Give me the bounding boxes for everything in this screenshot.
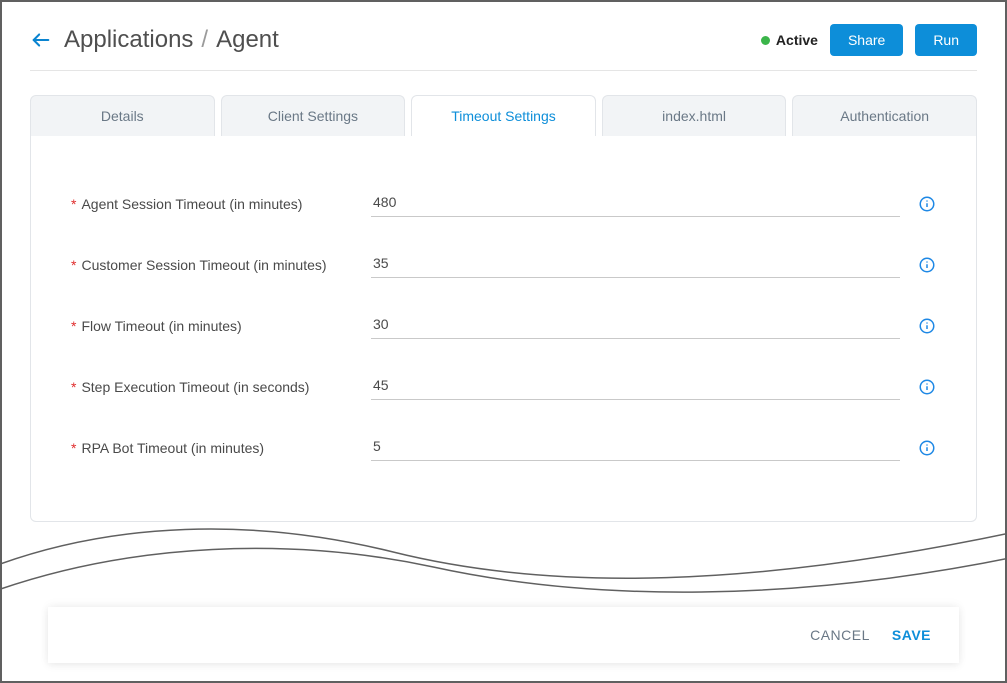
breadcrumb-current: Agent — [216, 26, 279, 54]
flow-timeout-input[interactable] — [371, 312, 900, 339]
info-icon[interactable] — [918, 256, 936, 274]
required-asterisk-icon: * — [71, 257, 76, 273]
field-label: Customer Session Timeout (in minutes) — [81, 257, 326, 273]
tab-bar: Details Client Settings Timeout Settings… — [30, 95, 977, 136]
page-header: Applications / Agent Active Share Run — [30, 24, 977, 56]
info-icon[interactable] — [918, 439, 936, 457]
status-label: Active — [776, 32, 818, 48]
tab-details[interactable]: Details — [30, 95, 215, 136]
status-badge: Active — [761, 32, 818, 48]
breadcrumb-separator: / — [201, 26, 208, 54]
save-button[interactable]: SAVE — [892, 627, 931, 643]
step-execution-timeout-input[interactable] — [371, 373, 900, 400]
required-asterisk-icon: * — [71, 318, 76, 334]
field-row-customer-session: * Customer Session Timeout (in minutes) — [71, 251, 936, 278]
rpa-bot-timeout-input[interactable] — [371, 434, 900, 461]
share-button[interactable]: Share — [830, 24, 903, 56]
agent-session-timeout-input[interactable] — [371, 190, 900, 217]
info-icon[interactable] — [918, 195, 936, 213]
content-break-wave-icon — [0, 512, 1007, 612]
tab-authentication[interactable]: Authentication — [792, 95, 977, 136]
field-row-agent-session: * Agent Session Timeout (in minutes) — [71, 190, 936, 217]
cancel-button[interactable]: CANCEL — [810, 627, 870, 643]
field-label: RPA Bot Timeout (in minutes) — [81, 440, 264, 456]
timeout-settings-panel: * Agent Session Timeout (in minutes) * C… — [30, 135, 977, 522]
footer-action-bar: CANCEL SAVE — [48, 607, 959, 663]
tab-timeout-settings[interactable]: Timeout Settings — [411, 95, 596, 136]
header-divider — [30, 70, 977, 71]
customer-session-timeout-input[interactable] — [371, 251, 900, 278]
required-asterisk-icon: * — [71, 440, 76, 456]
run-button[interactable]: Run — [915, 24, 977, 56]
field-row-flow-timeout: * Flow Timeout (in minutes) — [71, 312, 936, 339]
field-row-step-execution: * Step Execution Timeout (in seconds) — [71, 373, 936, 400]
required-asterisk-icon: * — [71, 379, 76, 395]
breadcrumb: Applications / Agent — [64, 26, 279, 54]
back-arrow-icon[interactable] — [30, 29, 52, 51]
field-row-rpa-bot: * RPA Bot Timeout (in minutes) — [71, 434, 936, 461]
status-dot-icon — [761, 36, 770, 45]
tab-index-html[interactable]: index.html — [602, 95, 787, 136]
field-label: Step Execution Timeout (in seconds) — [81, 379, 309, 395]
field-label: Agent Session Timeout (in minutes) — [81, 196, 302, 212]
info-icon[interactable] — [918, 378, 936, 396]
breadcrumb-root[interactable]: Applications — [64, 26, 193, 54]
tab-client-settings[interactable]: Client Settings — [221, 95, 406, 136]
info-icon[interactable] — [918, 317, 936, 335]
field-label: Flow Timeout (in minutes) — [81, 318, 241, 334]
required-asterisk-icon: * — [71, 196, 76, 212]
